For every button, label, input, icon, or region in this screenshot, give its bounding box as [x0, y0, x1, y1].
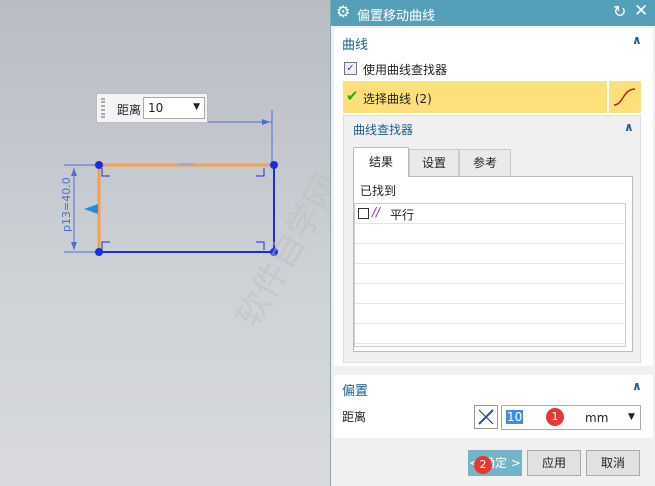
unit-label: mm	[585, 411, 609, 425]
reverse-icon	[478, 409, 494, 425]
popup-distance-input[interactable]: 10 ▼	[143, 97, 205, 119]
chevron-down-icon: ▼	[193, 102, 200, 112]
distance-value: 10	[506, 410, 524, 424]
offset-section: 偏置 ∧ 距离 10 mm ▼ 1	[334, 375, 653, 438]
empty-row	[355, 224, 625, 244]
sketch-canvas[interactable]: p13=40.0 软件自学网	[0, 0, 330, 486]
collapse-icon[interactable]: ∧	[632, 379, 642, 393]
apply-button[interactable]: 应用	[527, 450, 581, 476]
found-label: 已找到	[360, 184, 397, 198]
dialog-title: 偏置移动曲线	[357, 9, 436, 24]
use-finder-checkbox[interactable]: ✓	[344, 62, 357, 75]
empty-row	[355, 264, 625, 284]
tab-results[interactable]: 结果	[353, 147, 409, 177]
finder-collapse-icon[interactable]: ∧	[624, 120, 634, 134]
close-icon[interactable]: ✕	[634, 1, 648, 21]
tab-settings[interactable]: 设置	[409, 149, 459, 177]
results-panel: 已找到 // 平行	[353, 176, 633, 352]
select-curve-label: 选择曲线 (2)	[363, 92, 432, 106]
select-curve-row[interactable]: ✔ 选择曲线 (2)	[343, 81, 607, 113]
dimension-label[interactable]: p13=40.0	[60, 177, 73, 232]
results-list: // 平行	[354, 203, 626, 347]
chevron-down-icon[interactable]: ▼	[628, 412, 635, 422]
section-title: 曲线	[342, 38, 369, 53]
curve-section: 曲线 ∧ ✓ 使用曲线查找器 ✔ 选择曲线 (2) 曲线查找器 ∧ 结果 设置 …	[334, 28, 653, 366]
empty-row	[355, 284, 625, 304]
distance-input[interactable]: 10 mm ▼	[501, 405, 641, 430]
popup-label: 距离	[117, 103, 142, 117]
check-icon: ✔	[346, 87, 359, 105]
empty-row	[355, 244, 625, 264]
offset-move-curve-dialog: ⚙ 偏置移动曲线 ↻ ✕ 曲线 ∧ ✓ 使用曲线查找器 ✔ 选择曲线 (2) 曲…	[330, 0, 655, 486]
curve-icon-button[interactable]	[609, 81, 641, 113]
empty-row	[355, 304, 625, 324]
reset-icon[interactable]: ↻	[613, 2, 626, 21]
gear-icon[interactable]: ⚙	[336, 2, 350, 21]
use-finder-label: 使用曲线查找器	[363, 63, 448, 77]
tab-reference[interactable]: 参考	[459, 149, 511, 177]
list-item[interactable]: // 平行	[355, 204, 625, 224]
title-bar: ⚙ 偏置移动曲线 ↻ ✕	[331, 0, 655, 26]
finder-title: 曲线查找器	[353, 123, 414, 137]
cancel-button[interactable]: 取消	[586, 450, 640, 476]
item-checkbox[interactable]	[358, 208, 369, 219]
step-badge-2: 2	[474, 456, 492, 474]
step-badge-1: 1	[546, 408, 564, 426]
parallel-icon: //	[372, 205, 381, 219]
curve-icon	[613, 88, 636, 106]
empty-row	[355, 324, 625, 344]
drag-handle[interactable]	[101, 98, 105, 118]
curve-finder-panel: 曲线查找器 ∧ 结果 设置 参考 已找到 // 平行	[343, 115, 641, 363]
reverse-direction-button[interactable]	[474, 405, 498, 429]
collapse-icon[interactable]: ∧	[632, 33, 642, 47]
watermark: 软件自学网	[228, 167, 330, 334]
distance-popup: 距离 10 ▼	[96, 93, 208, 123]
section-title: 偏置	[342, 384, 369, 399]
distance-label: 距离	[342, 410, 367, 424]
direction-arrow-icon	[84, 204, 98, 214]
item-label: 平行	[390, 208, 415, 222]
